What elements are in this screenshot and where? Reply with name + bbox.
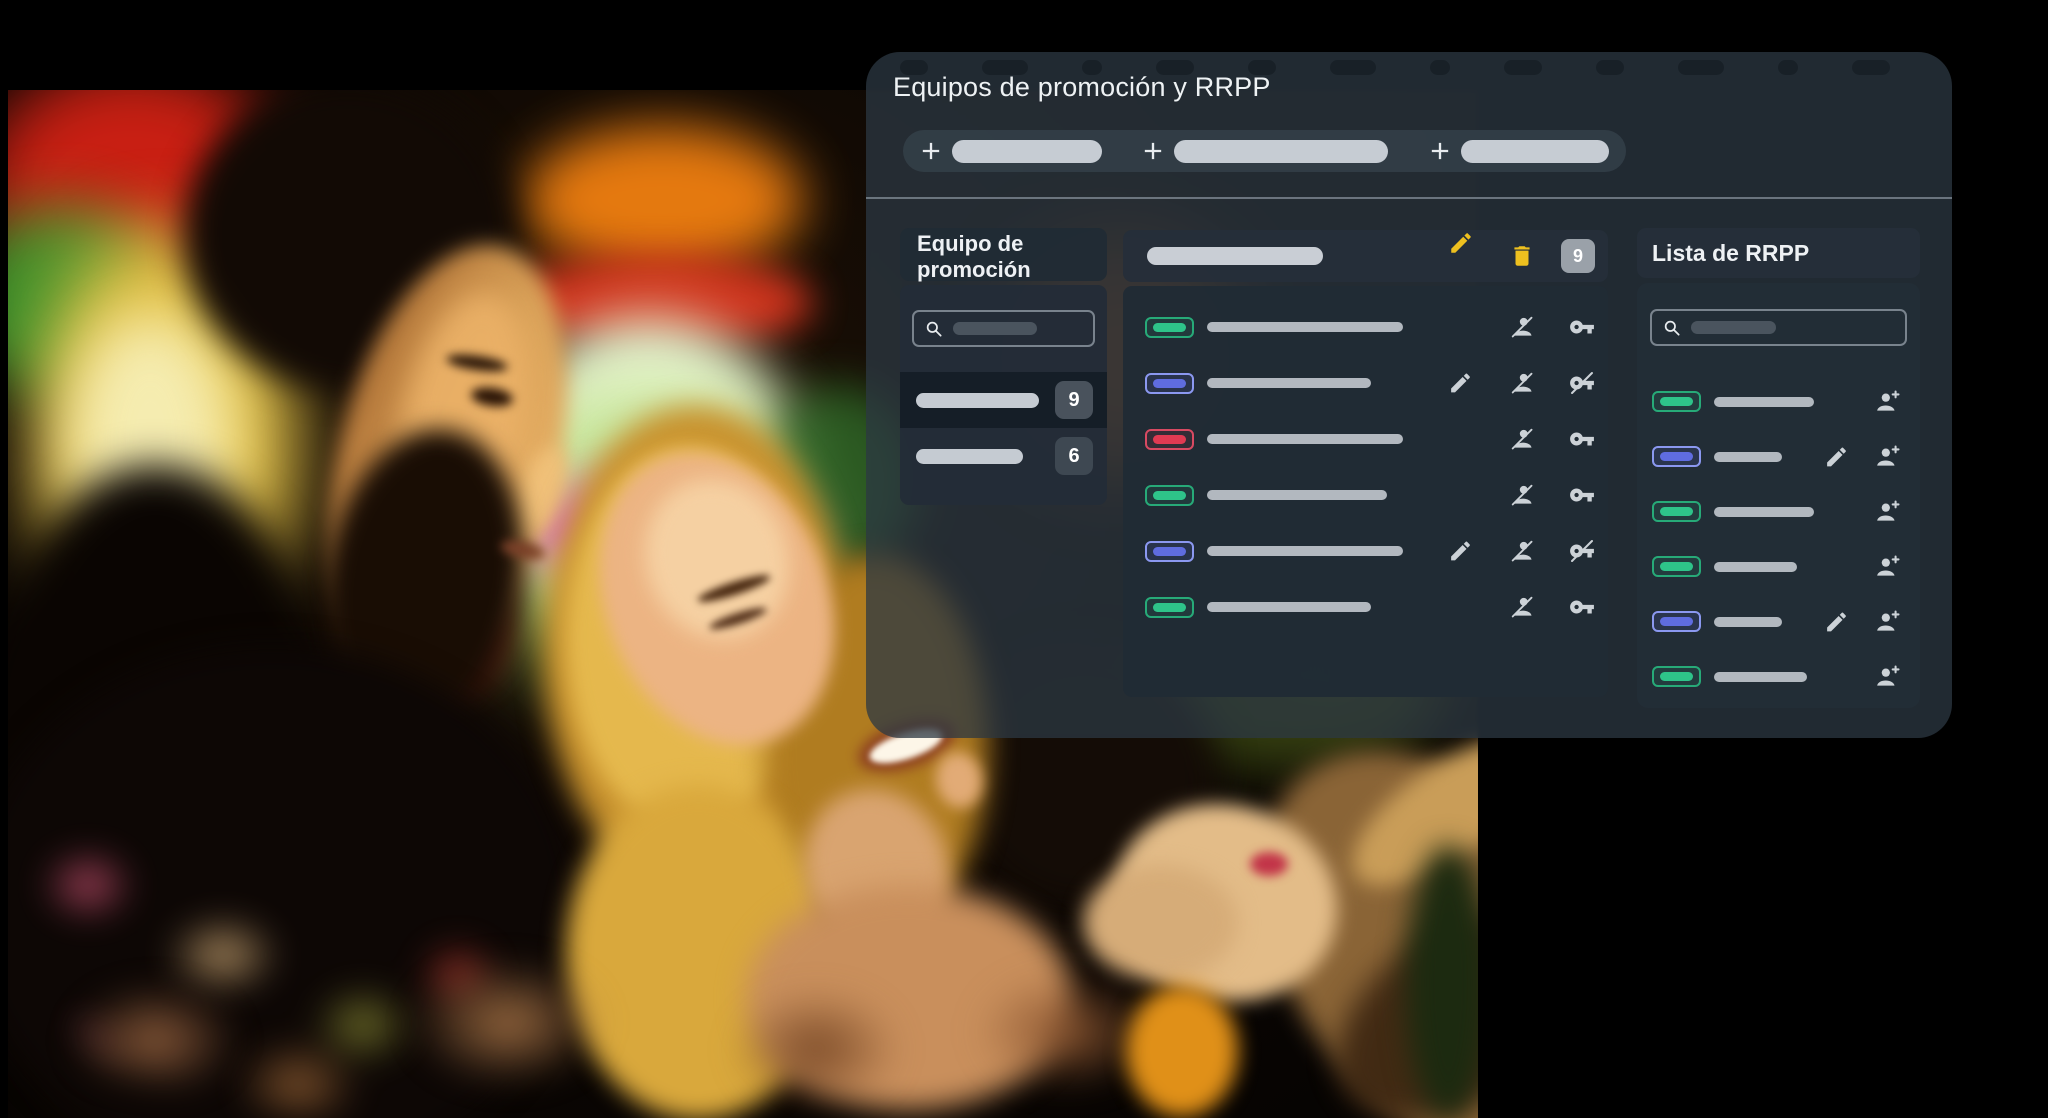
team-member-row[interactable] bbox=[1123, 411, 1608, 467]
promo-section: 9 6 bbox=[900, 285, 1107, 505]
skeleton-text bbox=[916, 449, 1023, 464]
person-off-icon[interactable] bbox=[1509, 370, 1535, 396]
skeleton-text bbox=[1714, 672, 1807, 682]
team-name-skeleton bbox=[1147, 247, 1323, 265]
skeleton-text bbox=[1207, 602, 1371, 612]
rrpp-list bbox=[1637, 283, 1920, 708]
edit-icon[interactable] bbox=[1448, 371, 1473, 396]
tag-pill bbox=[1145, 429, 1194, 450]
rrpp-section-title: Lista de RRPP bbox=[1637, 228, 1920, 278]
page-title: Equipos de promoción y RRPP bbox=[893, 72, 1271, 103]
skeleton-text bbox=[1207, 434, 1403, 444]
promo-search-input[interactable] bbox=[912, 310, 1095, 347]
tag-pill bbox=[1145, 541, 1194, 562]
tag-pill bbox=[1145, 317, 1194, 338]
rrpp-member-row[interactable] bbox=[1637, 539, 1920, 594]
key-off-icon[interactable] bbox=[1569, 538, 1595, 564]
person-add-icon[interactable] bbox=[1875, 444, 1901, 470]
skeleton-label bbox=[1461, 140, 1609, 163]
group-count-badge: 9 bbox=[1055, 381, 1093, 419]
key-icon[interactable] bbox=[1569, 482, 1595, 508]
team-header: 9 bbox=[1123, 230, 1608, 282]
person-off-icon[interactable] bbox=[1509, 482, 1535, 508]
skeleton-label bbox=[1174, 140, 1388, 163]
group-count-badge: 6 bbox=[1055, 437, 1093, 475]
skeleton-text bbox=[1714, 562, 1797, 572]
team-member-list bbox=[1123, 286, 1608, 697]
person-off-icon[interactable] bbox=[1509, 538, 1535, 564]
person-add-icon[interactable] bbox=[1875, 389, 1901, 415]
person-add-icon[interactable] bbox=[1875, 609, 1901, 635]
rrpp-member-row[interactable] bbox=[1637, 484, 1920, 539]
rrpp-member-row[interactable] bbox=[1637, 374, 1920, 429]
person-add-icon[interactable] bbox=[1875, 664, 1901, 690]
tag-pill bbox=[1652, 611, 1701, 632]
key-icon[interactable] bbox=[1569, 314, 1595, 340]
team-member-row[interactable] bbox=[1123, 467, 1608, 523]
skeleton-text bbox=[1714, 617, 1782, 627]
add-item-button[interactable] bbox=[1139, 130, 1388, 172]
skeleton-text bbox=[1714, 507, 1814, 517]
person-add-icon[interactable] bbox=[1875, 499, 1901, 525]
screenshot-stage: Equipos de promoción y RRPP Equipo de pr… bbox=[0, 0, 2048, 1118]
skeleton-text bbox=[916, 393, 1039, 408]
team-member-row[interactable] bbox=[1123, 299, 1608, 355]
key-off-icon[interactable] bbox=[1569, 370, 1595, 396]
edit-icon[interactable] bbox=[1824, 609, 1849, 634]
team-member-row[interactable] bbox=[1123, 523, 1608, 579]
toolbar bbox=[903, 130, 1626, 172]
search-placeholder bbox=[953, 322, 1037, 335]
edit-icon[interactable] bbox=[1448, 230, 1474, 256]
tag-pill bbox=[1652, 666, 1701, 687]
person-off-icon[interactable] bbox=[1509, 314, 1535, 340]
edit-icon[interactable] bbox=[1824, 444, 1849, 469]
divider bbox=[866, 197, 1952, 199]
promo-group-row[interactable]: 6 bbox=[900, 428, 1107, 484]
skeleton-text bbox=[1207, 378, 1371, 388]
team-member-row[interactable] bbox=[1123, 579, 1608, 635]
key-icon[interactable] bbox=[1569, 594, 1595, 620]
search-icon bbox=[1662, 318, 1682, 338]
add-item-button[interactable] bbox=[1426, 130, 1609, 172]
teams-panel: Equipos de promoción y RRPP Equipo de pr… bbox=[866, 52, 1952, 738]
rrpp-member-row[interactable] bbox=[1637, 649, 1920, 704]
search-icon bbox=[924, 319, 944, 339]
promo-section-title: Equipo de promoción bbox=[900, 228, 1107, 281]
plus-icon bbox=[917, 137, 945, 165]
skeleton-label bbox=[952, 140, 1102, 163]
rrpp-member-row[interactable] bbox=[1637, 594, 1920, 649]
skeleton-text bbox=[1207, 490, 1387, 500]
plus-icon bbox=[1426, 137, 1454, 165]
person-off-icon[interactable] bbox=[1509, 426, 1535, 452]
tag-pill bbox=[1652, 501, 1701, 522]
skeleton-text bbox=[1207, 546, 1403, 556]
skeleton-text bbox=[1714, 452, 1782, 462]
edit-icon[interactable] bbox=[1448, 539, 1473, 564]
tag-pill bbox=[1145, 373, 1194, 394]
person-off-icon[interactable] bbox=[1509, 594, 1535, 620]
trash-icon[interactable] bbox=[1509, 243, 1535, 269]
team-count-badge: 9 bbox=[1561, 239, 1595, 273]
rrpp-member-row[interactable] bbox=[1637, 429, 1920, 484]
promo-group-row[interactable]: 9 bbox=[900, 372, 1107, 428]
tag-pill bbox=[1652, 391, 1701, 412]
add-item-button[interactable] bbox=[917, 130, 1102, 172]
tag-pill bbox=[1652, 556, 1701, 577]
skeleton-text bbox=[1207, 322, 1403, 332]
plus-icon bbox=[1139, 137, 1167, 165]
rrpp-search-input[interactable] bbox=[1650, 309, 1907, 346]
team-member-row[interactable] bbox=[1123, 355, 1608, 411]
person-add-icon[interactable] bbox=[1875, 554, 1901, 580]
tag-pill bbox=[1145, 597, 1194, 618]
tag-pill bbox=[1145, 485, 1194, 506]
search-placeholder bbox=[1691, 321, 1776, 334]
key-icon[interactable] bbox=[1569, 426, 1595, 452]
tag-pill bbox=[1652, 446, 1701, 467]
skeleton-text bbox=[1714, 397, 1814, 407]
